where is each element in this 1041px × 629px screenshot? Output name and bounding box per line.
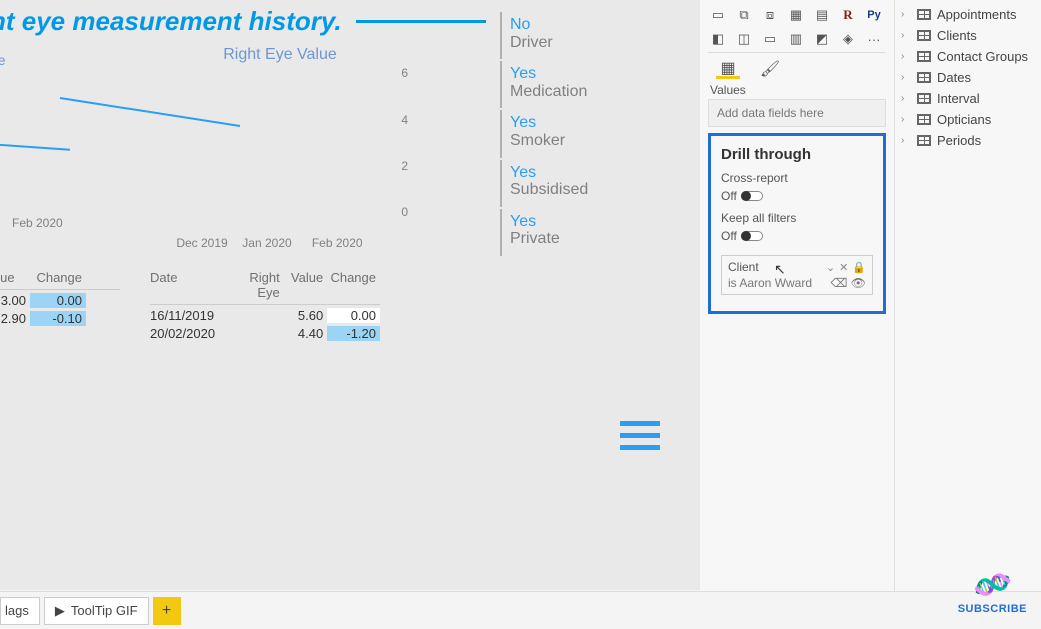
table-icon: [917, 135, 931, 146]
page-title: nt eye measurement history.: [0, 6, 342, 37]
eye-icon[interactable]: 👁: [851, 276, 866, 290]
cross-report-toggle[interactable]: Off: [721, 189, 873, 203]
viz-slicer-icon[interactable]: ⧈: [760, 6, 780, 24]
chevron-down-icon[interactable]: ⌄: [826, 261, 835, 274]
x-tick: Jan 2020: [242, 236, 291, 250]
viz-decomp-icon[interactable]: ◫: [734, 30, 754, 48]
viz-matrix-icon[interactable]: ▤: [812, 6, 832, 24]
field-table-periods[interactable]: ›Periods: [901, 130, 1035, 151]
lock-icon[interactable]: 🔒: [852, 261, 866, 274]
add-page-button[interactable]: +: [153, 597, 181, 625]
drill-through-section: Drill through Cross-report Off Keep all …: [708, 133, 886, 314]
subscribe-watermark: 🧬 SUBSCRIBE: [958, 570, 1027, 615]
flag-subsidised[interactable]: YesSubsidised: [500, 160, 670, 207]
col-right-eye[interactable]: Right Eye: [227, 270, 284, 300]
page-tab[interactable]: lags: [0, 597, 40, 625]
right-eye-chart[interactable]: Right Eye Value 0 2 4 6 Dec 2019 Jan 202…: [150, 46, 410, 246]
viz-python-icon[interactable]: Py: [864, 6, 884, 24]
field-table-dates[interactable]: ›Dates: [901, 67, 1035, 88]
flag-smoker[interactable]: YesSmoker: [500, 110, 670, 157]
field-filter-text: is Aaron Wward: [728, 276, 812, 290]
fields-pane: ›Appointments ›Clients ›Contact Groups ›…: [895, 0, 1041, 629]
visualizations-pane: ▭ ⧉ ⧈ ▦ ▤ R Py ◧ ◫ ▭ ▥ ◩ ◈ ··· ▦ 🖌 Value…: [700, 0, 895, 629]
table-icon: [917, 93, 931, 104]
table-row[interactable]: 3.00 0.00: [0, 290, 120, 308]
viz-paginated-icon[interactable]: ▥: [786, 30, 806, 48]
viz-qna-icon[interactable]: ▭: [760, 30, 780, 48]
gif-icon: ▶: [55, 603, 65, 619]
left-table[interactable]: alue Change 3.00 0.00 2.90 -0.10: [0, 270, 120, 326]
field-table-appointments[interactable]: ›Appointments: [901, 4, 1035, 25]
table-icon: [917, 51, 931, 62]
field-table-interval[interactable]: ›Interval: [901, 88, 1035, 109]
viz-r-icon[interactable]: R: [838, 6, 858, 24]
table-row[interactable]: 16/11/2019 5.60 0.00: [150, 305, 380, 323]
left-chart-stub: ue: [0, 52, 30, 148]
col-value[interactable]: Value: [284, 270, 327, 300]
keep-filters-label: Keep all filters: [721, 211, 873, 225]
col-value[interactable]: alue: [0, 270, 30, 285]
keep-filters-toggle[interactable]: Off: [721, 229, 873, 243]
drill-through-title: Drill through: [721, 146, 873, 163]
field-table-contact-groups[interactable]: ›Contact Groups: [901, 46, 1035, 67]
table-icon: [917, 30, 931, 41]
table-icon: [917, 9, 931, 20]
viz-arcgis-icon[interactable]: ◈: [838, 30, 858, 48]
field-table-opticians[interactable]: ›Opticians: [901, 109, 1035, 130]
table-row[interactable]: 2.90 -0.10: [0, 308, 120, 326]
table-icon: [917, 114, 931, 125]
x-tick: Dec 2019: [176, 236, 227, 250]
values-label: Values: [710, 83, 886, 97]
field-name: Client: [728, 260, 759, 274]
chart-title: Right Eye Value: [150, 46, 410, 64]
x-tick: Feb 2020: [312, 236, 363, 250]
viz-table-icon[interactable]: ▦: [786, 6, 806, 24]
col-change[interactable]: Change: [327, 270, 380, 300]
viz-kpi-icon[interactable]: ⧉: [734, 6, 754, 24]
fields-mode-icon[interactable]: ▦: [716, 59, 740, 79]
format-mode-icon[interactable]: 🖌: [758, 59, 782, 79]
flag-medication[interactable]: YesMedication: [500, 61, 670, 108]
eraser-icon[interactable]: ⌫: [830, 276, 847, 290]
y-tick: 6: [401, 66, 408, 80]
page-tab-bar: lags ▶ ToolTip GIF +: [0, 591, 1041, 629]
right-table[interactable]: Date Right Eye Value Change 16/11/2019 5…: [150, 270, 380, 341]
y-tick: 0: [401, 205, 408, 219]
flag-private[interactable]: YesPrivate: [500, 209, 670, 256]
values-field-well[interactable]: Add data fields here: [708, 99, 886, 127]
col-date[interactable]: Date: [150, 270, 227, 300]
table-icon: [917, 72, 931, 83]
flags-list: NoDriver YesMedication YesSmoker YesSubs…: [500, 12, 670, 258]
flag-driver[interactable]: NoDriver: [500, 12, 670, 59]
field-table-clients[interactable]: ›Clients: [901, 25, 1035, 46]
viz-more-icon[interactable]: ···: [864, 30, 884, 48]
y-tick: 2: [401, 159, 408, 173]
col-change[interactable]: Change: [30, 270, 86, 285]
table-row[interactable]: 20/02/2020 4.40 -1.20: [150, 323, 380, 341]
drill-field-client[interactable]: Client ⌄ ✕ 🔒 is Aaron Wward ⌫ 👁 ↖: [721, 255, 873, 295]
page-tab-tooltip-gif[interactable]: ▶ ToolTip GIF: [44, 597, 149, 625]
viz-custom-icon[interactable]: ◩: [812, 30, 832, 48]
viz-gallery: ▭ ⧉ ⧈ ▦ ▤ R Py ◧ ◫ ▭ ▥ ◩ ◈ ···: [708, 6, 886, 48]
cross-report-label: Cross-report: [721, 171, 873, 185]
y-tick: 4: [401, 113, 408, 127]
title-divider: [356, 20, 486, 23]
hamburger-menu-icon[interactable]: [620, 421, 660, 450]
left-chart-title-stub: ue: [0, 52, 30, 68]
viz-keyinfluencers-icon[interactable]: ◧: [708, 30, 728, 48]
close-icon[interactable]: ✕: [839, 261, 848, 274]
viz-card-icon[interactable]: ▭: [708, 6, 728, 24]
